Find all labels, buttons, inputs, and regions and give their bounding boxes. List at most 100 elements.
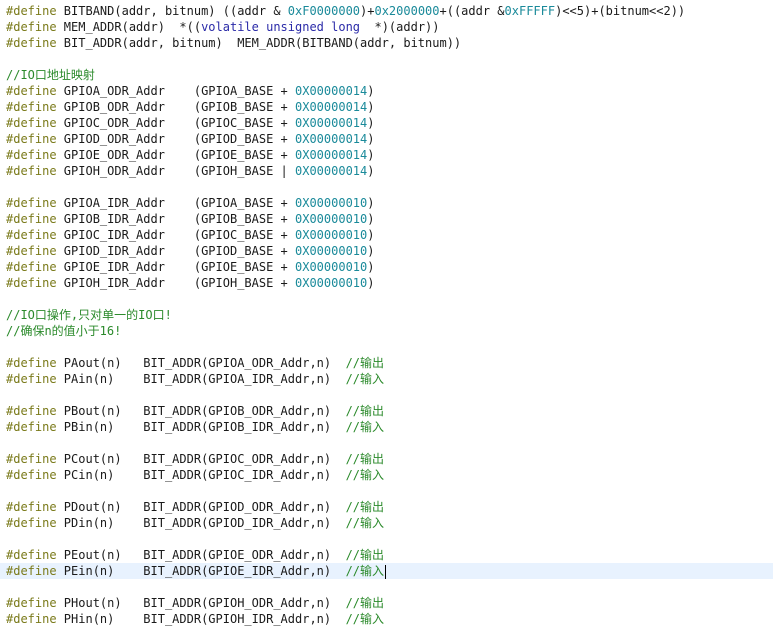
code-line[interactable]: #define PCout(n) BIT_ADDR(GPIOC_ODR_Addr… [0, 451, 773, 467]
code-line[interactable]: #define GPIOA_IDR_Addr (GPIOA_BASE + 0X0… [0, 195, 773, 211]
code-editor[interactable]: #define BITBAND(addr, bitnum) ((addr & 0… [0, 0, 773, 634]
code-line[interactable]: //确保n的值小于16! [0, 323, 773, 339]
code-token: *)(addr)) [360, 20, 440, 34]
type-token: volatile unsigned long [201, 20, 361, 34]
code-token: PAin(n) BIT_ADDR(GPIOA_IDR_Addr,n) [56, 372, 346, 386]
code-line[interactable] [0, 387, 773, 403]
code-token: GPIOH_IDR_Addr (GPIOH_BASE + [56, 276, 295, 290]
code-line[interactable] [0, 51, 773, 67]
code-line[interactable] [0, 531, 773, 547]
comment-token: //IO口操作,只对单一的IO口! [6, 308, 172, 322]
code-line[interactable]: #define GPIOE_ODR_Addr (GPIOE_BASE + 0X0… [0, 147, 773, 163]
comment-token: //确保n的值小于16! [6, 324, 122, 338]
code-token: ) [367, 84, 375, 98]
code-line[interactable] [0, 291, 773, 307]
number-token: 0X00000014 [295, 132, 368, 146]
code-token: PAout(n) BIT_ADDR(GPIOA_ODR_Addr,n) [56, 356, 346, 370]
code-line[interactable]: #define BIT_ADDR(addr, bitnum) MEM_ADDR(… [0, 35, 773, 51]
code-line[interactable] [0, 339, 773, 355]
code-token: GPIOC_ODR_Addr (GPIOC_BASE + [56, 116, 295, 130]
keyword-token: #define [6, 212, 57, 226]
code-line[interactable]: #define PCin(n) BIT_ADDR(GPIOC_IDR_Addr,… [0, 467, 773, 483]
code-line[interactable]: #define PBout(n) BIT_ADDR(GPIOB_ODR_Addr… [0, 403, 773, 419]
code-line[interactable]: #define GPIOB_IDR_Addr (GPIOB_BASE + 0X0… [0, 211, 773, 227]
code-line-current[interactable]: #define PEin(n) BIT_ADDR(GPIOE_IDR_Addr,… [0, 563, 773, 579]
keyword-token: #define [6, 4, 57, 18]
number-token: 0X00000014 [295, 116, 368, 130]
keyword-token: #define [6, 404, 57, 418]
code-token: PHout(n) BIT_ADDR(GPIOH_ODR_Addr,n) [56, 596, 346, 610]
code-line[interactable]: #define GPIOH_IDR_Addr (GPIOH_BASE + 0X0… [0, 275, 773, 291]
code-line[interactable] [0, 483, 773, 499]
code-line[interactable]: #define PBin(n) BIT_ADDR(GPIOB_IDR_Addr,… [0, 419, 773, 435]
code-token: PDout(n) BIT_ADDR(GPIOD_ODR_Addr,n) [56, 500, 346, 514]
code-line[interactable]: //IO口操作,只对单一的IO口! [0, 307, 773, 323]
comment-token: //输入 [345, 372, 385, 386]
code-line[interactable]: #define PAout(n) BIT_ADDR(GPIOA_ODR_Addr… [0, 355, 773, 371]
code-line[interactable]: #define PHout(n) BIT_ADDR(GPIOH_ODR_Addr… [0, 595, 773, 611]
code-token: ) [367, 116, 375, 130]
code-line[interactable]: #define GPIOA_ODR_Addr (GPIOA_BASE + 0X0… [0, 83, 773, 99]
keyword-token: #define [6, 516, 57, 530]
code-token: BITBAND(addr, bitnum) ((addr & [56, 4, 288, 18]
code-line[interactable]: #define GPIOH_ODR_Addr (GPIOH_BASE | 0X0… [0, 163, 773, 179]
code-line[interactable]: #define BITBAND(addr, bitnum) ((addr & 0… [0, 3, 773, 19]
code-line[interactable] [0, 579, 773, 595]
code-line[interactable]: #define PDout(n) BIT_ADDR(GPIOD_ODR_Addr… [0, 499, 773, 515]
code-token: ) [367, 196, 375, 210]
keyword-token: #define [6, 548, 57, 562]
number-token: 0X00000014 [295, 164, 368, 178]
keyword-token: #define [6, 196, 57, 210]
comment-token: //输出 [345, 500, 385, 514]
code-line[interactable]: #define PDin(n) BIT_ADDR(GPIOD_IDR_Addr,… [0, 515, 773, 531]
number-token: 0x2000000 [374, 4, 440, 18]
code-line[interactable]: #define GPIOE_IDR_Addr (GPIOE_BASE + 0X0… [0, 259, 773, 275]
number-token: 0X00000014 [295, 84, 368, 98]
code-line[interactable]: #define MEM_ADDR(addr) *((volatile unsig… [0, 19, 773, 35]
code-line[interactable]: #define PAin(n) BIT_ADDR(GPIOA_IDR_Addr,… [0, 371, 773, 387]
code-token: PEout(n) BIT_ADDR(GPIOE_ODR_Addr,n) [56, 548, 346, 562]
keyword-token: #define [6, 164, 57, 178]
keyword-token: #define [6, 244, 57, 258]
number-token: 0X00000010 [295, 228, 368, 242]
number-token: 0X00000014 [295, 100, 368, 114]
code-token: GPIOE_ODR_Addr (GPIOE_BASE + [56, 148, 295, 162]
keyword-token: #define [6, 612, 57, 626]
comment-token: //输入 [345, 516, 385, 530]
code-token: ) [367, 212, 375, 226]
code-line[interactable]: #define GPIOD_ODR_Addr (GPIOD_BASE + 0X0… [0, 131, 773, 147]
code-token: ) [367, 132, 375, 146]
code-token: MEM_ADDR(addr) *(( [56, 20, 202, 34]
keyword-token: #define [6, 116, 57, 130]
keyword-token: #define [6, 276, 57, 290]
code-line[interactable] [0, 435, 773, 451]
code-token: PDin(n) BIT_ADDR(GPIOD_IDR_Addr,n) [56, 516, 346, 530]
code-token: GPIOB_IDR_Addr (GPIOB_BASE + [56, 212, 295, 226]
keyword-token: #define [6, 564, 57, 578]
number-token: 0X00000010 [295, 244, 368, 258]
code-token: GPIOH_ODR_Addr (GPIOH_BASE | [56, 164, 295, 178]
number-token: 0xFFFFF [504, 4, 556, 18]
code-token: ) [367, 100, 375, 114]
code-line[interactable]: //IO口地址映射 [0, 67, 773, 83]
code-line[interactable]: #define PEout(n) BIT_ADDR(GPIOE_ODR_Addr… [0, 547, 773, 563]
code-line[interactable]: #define GPIOC_ODR_Addr (GPIOC_BASE + 0X0… [0, 115, 773, 131]
comment-token: //输出 [345, 452, 385, 466]
comment-token: //输入 [345, 564, 385, 578]
code-line[interactable]: #define GPIOD_IDR_Addr (GPIOD_BASE + 0X0… [0, 243, 773, 259]
number-token: 0X00000010 [295, 276, 368, 290]
code-token: ) [367, 148, 375, 162]
number-token: 0X00000010 [295, 212, 368, 226]
code-token: GPIOD_ODR_Addr (GPIOD_BASE + [56, 132, 295, 146]
code-token: ) [367, 260, 375, 274]
keyword-token: #define [6, 132, 57, 146]
keyword-token: #define [6, 100, 57, 114]
code-token: PCout(n) BIT_ADDR(GPIOC_ODR_Addr,n) [56, 452, 346, 466]
code-line[interactable]: #define PHin(n) BIT_ADDR(GPIOH_IDR_Addr,… [0, 611, 773, 627]
code-token: PBout(n) BIT_ADDR(GPIOB_ODR_Addr,n) [56, 404, 346, 418]
code-line[interactable]: #define GPIOC_IDR_Addr (GPIOC_BASE + 0X0… [0, 227, 773, 243]
code-line[interactable] [0, 179, 773, 195]
code-line[interactable]: #define GPIOB_ODR_Addr (GPIOB_BASE + 0X0… [0, 99, 773, 115]
keyword-token: #define [6, 148, 57, 162]
comment-token: //输入 [345, 420, 385, 434]
